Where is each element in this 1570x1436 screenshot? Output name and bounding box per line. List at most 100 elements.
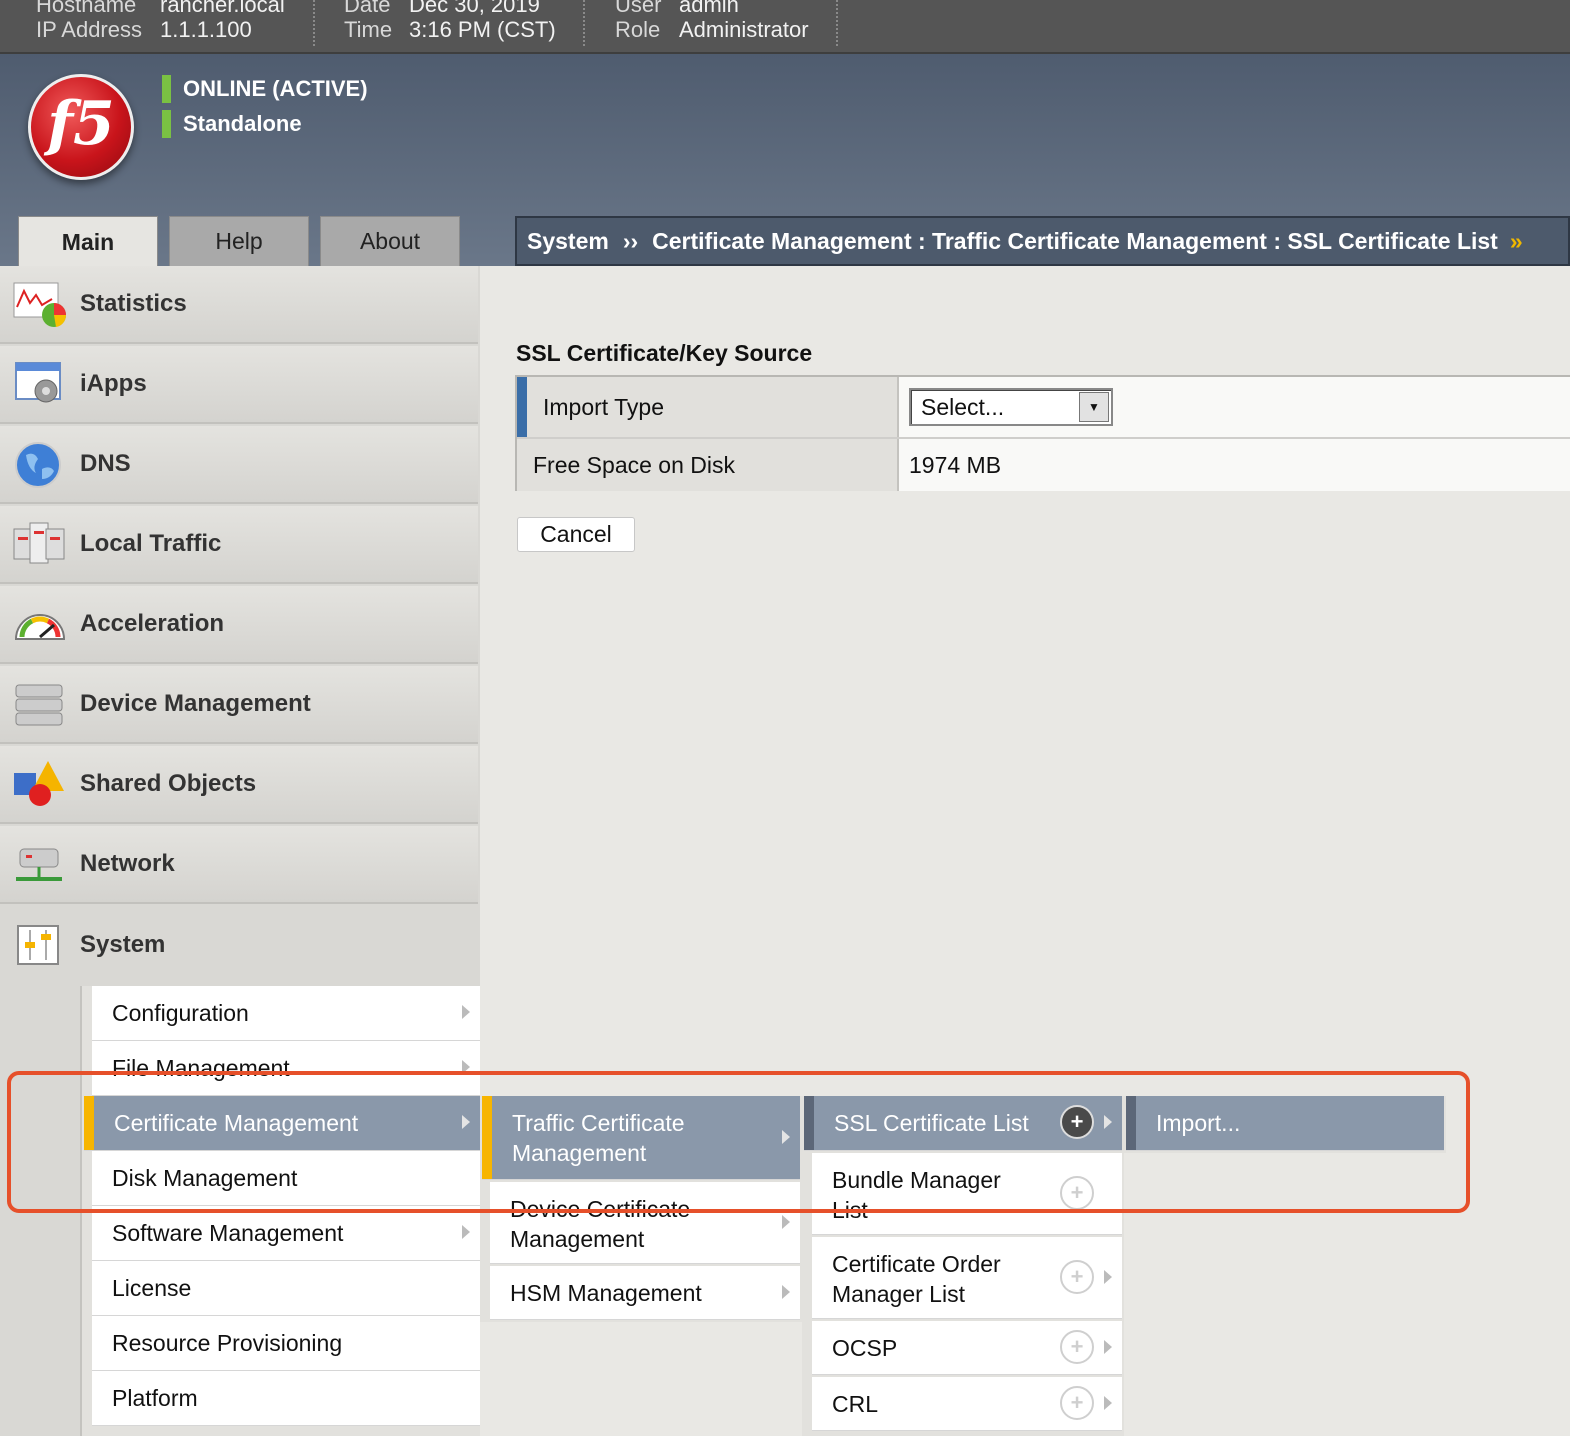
date-value: Dec 30, 2019 bbox=[409, 0, 540, 17]
f5-logo[interactable]: f5 bbox=[28, 74, 134, 180]
breadcrumb-path: Certificate Management : Traffic Certifi… bbox=[652, 227, 1498, 254]
status-online: ONLINE (ACTIVE) bbox=[162, 75, 368, 103]
menu-item-label: Configuration bbox=[112, 1000, 249, 1026]
import-type-label: Import Type bbox=[517, 377, 899, 437]
chevron-right-icon bbox=[1104, 1339, 1112, 1354]
ssl-source-form: Import Type Select... ▼ Free Space on Di… bbox=[515, 375, 1570, 491]
menu-item-label: Bundle Manager List bbox=[832, 1167, 1001, 1223]
hostname-value: rancher.local bbox=[160, 0, 285, 17]
breadcrumb-root[interactable]: System bbox=[527, 228, 609, 255]
chevron-right-icon bbox=[782, 1214, 790, 1229]
tab-main[interactable]: Main bbox=[18, 216, 158, 268]
menu-item-label: Traffic Certificate Management bbox=[512, 1110, 685, 1166]
sidebar-item-device-management[interactable]: Device Management bbox=[0, 666, 478, 744]
status-mode-text: Standalone bbox=[183, 111, 302, 136]
tab-about[interactable]: About bbox=[320, 216, 460, 266]
section-title: SSL Certificate/Key Source bbox=[516, 340, 813, 366]
menu-item-import[interactable]: Import... bbox=[1126, 1096, 1444, 1151]
certificate-management-submenu: Traffic Certificate Management Device Ce… bbox=[480, 1096, 802, 1322]
cancel-button[interactable]: Cancel bbox=[517, 517, 635, 552]
date-label: Date bbox=[344, 0, 391, 17]
chevron-right-icon bbox=[462, 1225, 470, 1239]
statistics-icon bbox=[12, 279, 68, 329]
menu-item-label: File Management bbox=[112, 1055, 290, 1081]
role-label: Role bbox=[615, 17, 661, 42]
menu-item-hsm-management[interactable]: HSM Management bbox=[490, 1266, 800, 1320]
menu-item-certificate-order-manager-list[interactable]: Certificate Order Manager List + bbox=[812, 1237, 1122, 1319]
hostname-label: Hostname bbox=[36, 0, 137, 17]
sidebar-item-label: Local Traffic bbox=[80, 530, 222, 557]
tab-help[interactable]: Help bbox=[169, 216, 309, 266]
status-mode: Standalone bbox=[162, 110, 302, 138]
gauge-icon bbox=[12, 599, 68, 649]
menu-item-certificate-management[interactable]: Certificate Management bbox=[84, 1096, 480, 1151]
user-value: admin bbox=[679, 0, 739, 17]
import-type-select[interactable]: Select... ▼ bbox=[909, 388, 1113, 426]
status-online-text: ONLINE (ACTIVE) bbox=[183, 76, 368, 101]
chevron-right-icon bbox=[1104, 1115, 1112, 1129]
free-space-label: Free Space on Disk bbox=[517, 439, 899, 491]
menu-item-bundle-manager-list[interactable]: Bundle Manager List + bbox=[812, 1153, 1122, 1235]
menu-item-crl[interactable]: CRL + bbox=[812, 1377, 1122, 1431]
chevron-down-icon[interactable]: ▼ bbox=[1079, 392, 1109, 422]
network-icon bbox=[12, 839, 68, 889]
time-label: Time bbox=[344, 17, 393, 42]
add-icon[interactable]: + bbox=[1060, 1105, 1094, 1139]
menu-item-device-certificate-management[interactable]: Device Certificate Management bbox=[490, 1182, 800, 1264]
menu-item-file-management[interactable]: File Management bbox=[92, 1041, 480, 1096]
menu-item-platform[interactable]: Platform bbox=[92, 1371, 480, 1426]
menu-item-label: Resource Provisioning bbox=[112, 1330, 343, 1356]
add-icon[interactable]: + bbox=[1060, 1329, 1094, 1364]
sidebar-item-label: System bbox=[80, 931, 166, 958]
menu-item-label: Device Certificate Management bbox=[510, 1196, 691, 1252]
status-indicator bbox=[162, 110, 171, 138]
sidebar-item-label: Shared Objects bbox=[80, 770, 257, 797]
sidebar-item-statistics[interactable]: Statistics bbox=[0, 266, 478, 344]
menu-item-resource-provisioning[interactable]: Resource Provisioning bbox=[92, 1316, 480, 1371]
sidebar-item-dns[interactable]: DNS bbox=[0, 426, 478, 504]
sidebar-item-label: Acceleration bbox=[80, 610, 225, 637]
chevron-right-icon bbox=[462, 1115, 470, 1129]
menu-item-label: Certificate Order Manager List bbox=[832, 1251, 1001, 1307]
info-separator bbox=[313, 0, 315, 46]
sidebar-item-system[interactable]: System bbox=[0, 906, 478, 984]
sidebar-item-acceleration[interactable]: Acceleration bbox=[0, 586, 478, 664]
menu-item-label: OCSP bbox=[832, 1335, 898, 1361]
sidebar-item-network[interactable]: Network bbox=[0, 826, 478, 904]
sidebar-item-label: Statistics bbox=[80, 290, 187, 317]
menu-item-configuration[interactable]: Configuration bbox=[92, 986, 480, 1041]
menu-item-ssl-certificate-list[interactable]: SSL Certificate List + bbox=[804, 1096, 1122, 1151]
sidebar-item-label: Device Management bbox=[80, 690, 311, 717]
chevron-right-icon bbox=[1104, 1269, 1112, 1284]
chevron-right-icon bbox=[782, 1129, 790, 1144]
add-icon[interactable]: + bbox=[1060, 1385, 1094, 1420]
iapps-icon bbox=[12, 359, 68, 409]
import-type-select-value: Select... bbox=[921, 393, 1005, 420]
system-submenu: Configuration File Management Certificat… bbox=[80, 986, 480, 1436]
sidebar-item-label: DNS bbox=[80, 450, 131, 477]
time-value: 3:16 PM (CST) bbox=[409, 17, 556, 42]
add-icon[interactable]: + bbox=[1060, 1259, 1094, 1294]
globe-icon bbox=[12, 439, 68, 489]
sidebar-item-shared-objects[interactable]: Shared Objects bbox=[0, 746, 478, 824]
menu-item-license[interactable]: License bbox=[92, 1261, 480, 1316]
sidebar-item-iapps[interactable]: iApps bbox=[0, 346, 478, 424]
required-indicator bbox=[517, 377, 527, 437]
menu-item-traffic-certificate-management[interactable]: Traffic Certificate Management bbox=[482, 1096, 800, 1180]
server-stack-icon bbox=[12, 679, 68, 729]
menu-item-software-management[interactable]: Software Management bbox=[92, 1206, 480, 1261]
shapes-icon bbox=[12, 759, 68, 809]
breadcrumb-more-icon[interactable]: » bbox=[1510, 228, 1523, 255]
menu-item-ocsp[interactable]: OCSP + bbox=[812, 1321, 1122, 1375]
breadcrumb: System ›› Certificate Management : Traff… bbox=[515, 216, 1570, 266]
menu-item-label: CRL bbox=[832, 1391, 879, 1417]
import-type-cell: Select... ▼ bbox=[899, 377, 1570, 437]
add-icon[interactable]: + bbox=[1060, 1175, 1094, 1210]
menu-item-disk-management[interactable]: Disk Management bbox=[92, 1151, 480, 1206]
import-type-row: Import Type Select... ▼ bbox=[517, 377, 1570, 439]
free-space-value: 1974 MB bbox=[899, 439, 1570, 491]
user-label: User bbox=[615, 0, 662, 17]
menu-item-label: Import... bbox=[1156, 1110, 1241, 1136]
menu-item-label: Platform bbox=[112, 1385, 198, 1411]
sidebar-item-local-traffic[interactable]: Local Traffic bbox=[0, 506, 478, 584]
